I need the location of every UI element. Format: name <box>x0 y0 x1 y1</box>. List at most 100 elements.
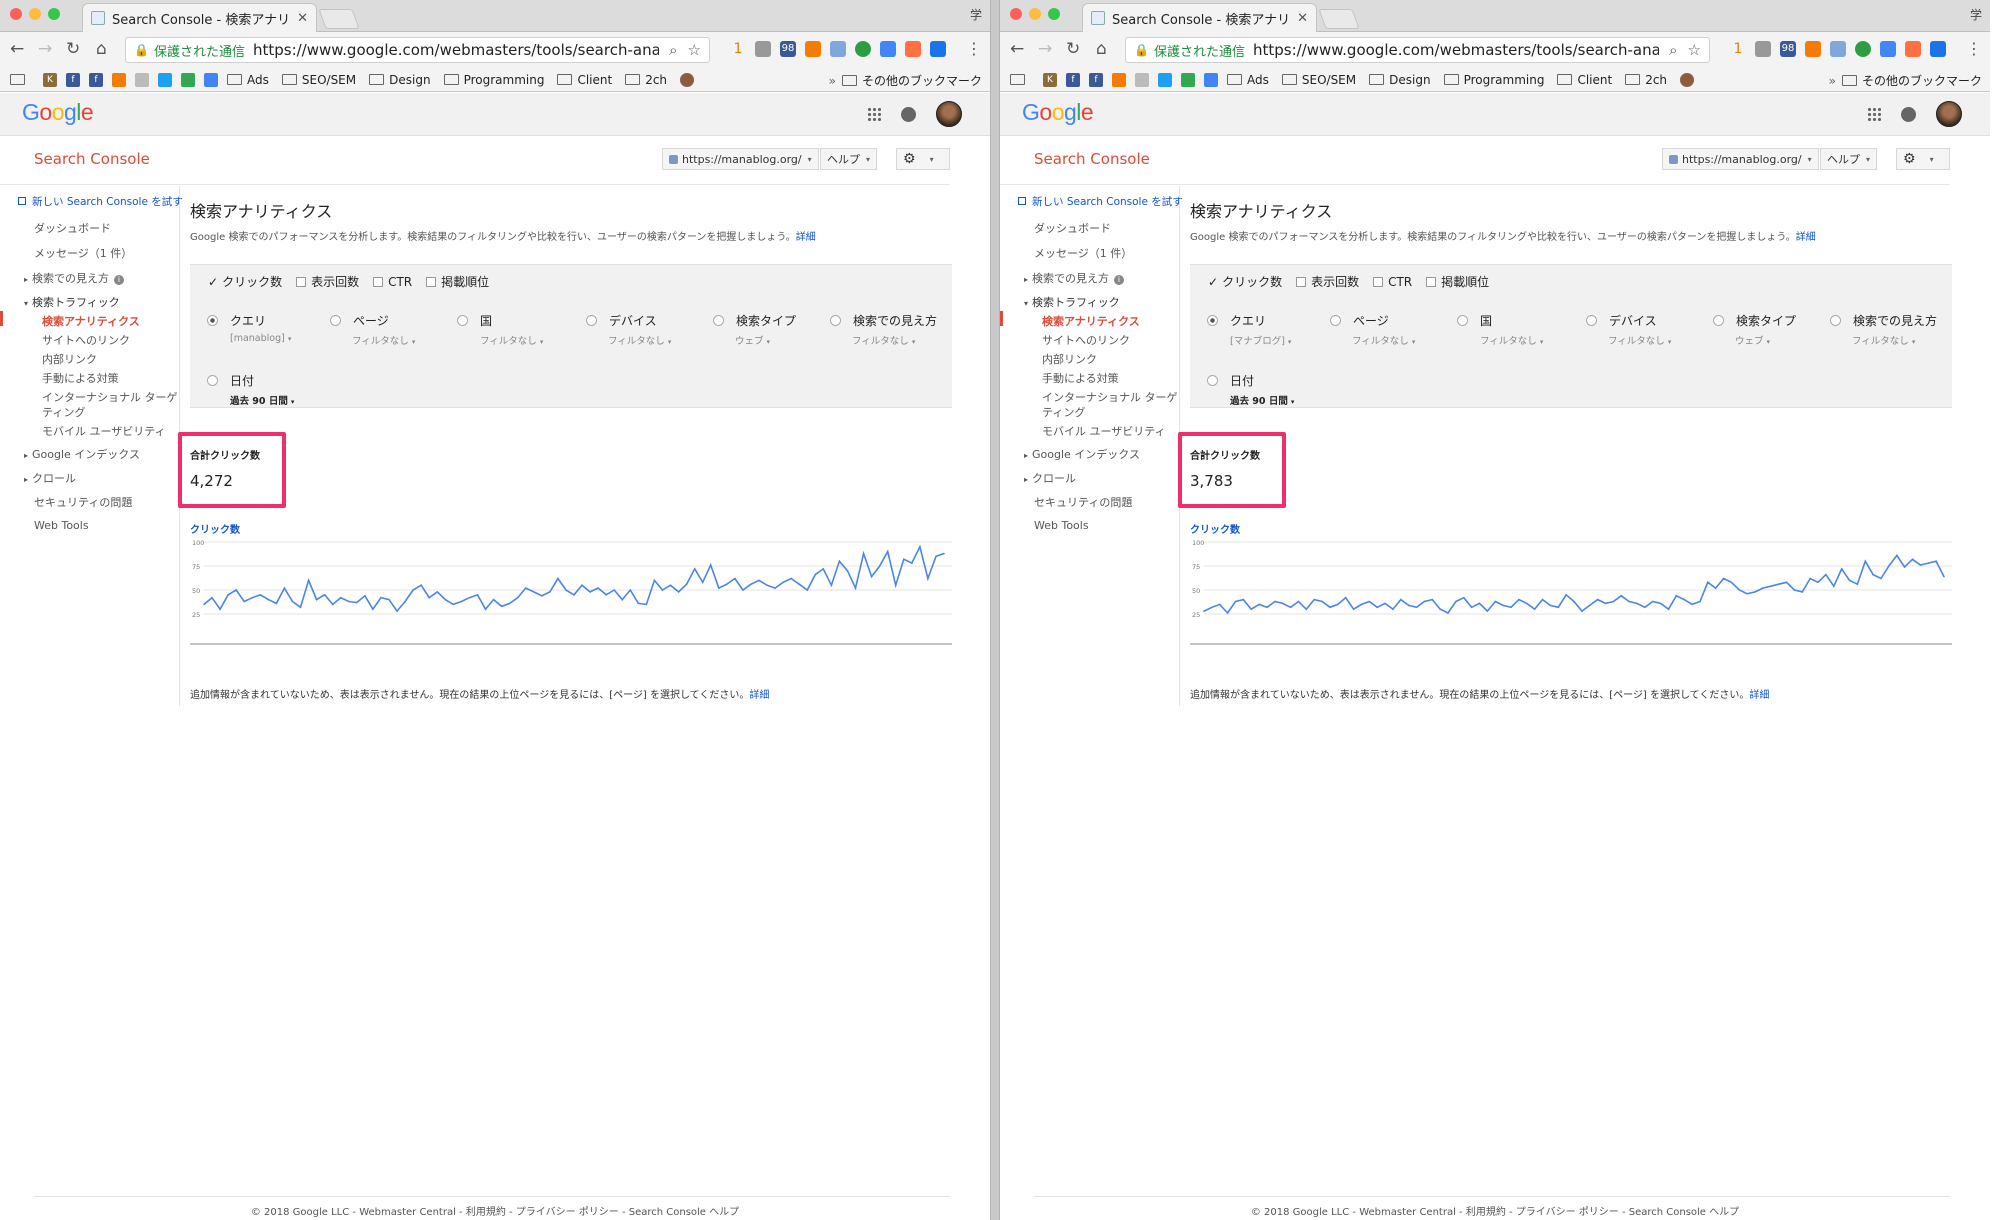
note-details-link[interactable]: 詳細 <box>1749 690 1769 701</box>
back-icon[interactable]: ← <box>10 39 24 59</box>
sidebar-item-international-targeting-cont[interactable]: ティング <box>1042 404 1085 420</box>
new-tab-button[interactable] <box>1318 9 1360 29</box>
filter-0[interactable]: クエリ <box>1207 312 1266 329</box>
filter-3[interactable]: デバイス <box>1586 312 1657 329</box>
google-logo[interactable]: Google <box>22 99 94 126</box>
sidebar-item-mobile-usability[interactable]: モバイル ユーザビリティ <box>42 423 166 439</box>
settings-dropdown[interactable]: ⚙ ▾ <box>1896 148 1950 170</box>
sidebar-item-google-index[interactable]: ▸ Google インデックス <box>1024 446 1140 462</box>
filter-1[interactable]: ページ <box>330 312 389 329</box>
help-dropdown[interactable]: ヘルプ ▾ <box>1820 148 1878 170</box>
filter-5[interactable]: 検索での見え方 <box>830 312 937 329</box>
back-icon[interactable]: ← <box>1010 39 1024 59</box>
filter-radio[interactable] <box>1586 315 1597 326</box>
filter-0[interactable]: クエリ <box>207 312 266 329</box>
bookmark-icon[interactable] <box>135 72 149 87</box>
filter-dropdown[interactable]: フィルタなし ▾ <box>480 333 543 347</box>
search-console-title[interactable]: Search Console <box>34 150 150 168</box>
bookmark-folder[interactable]: 2ch <box>1625 73 1667 87</box>
analytics-icon[interactable] <box>112 72 126 87</box>
instagram-icon[interactable] <box>1680 72 1695 87</box>
checkbox[interactable] <box>296 277 307 287</box>
minimize-window-button[interactable] <box>1029 8 1041 20</box>
sidebar-item-crawl[interactable]: ▸ クロール <box>24 470 76 486</box>
bookmark-folder[interactable]: Ads <box>1227 73 1269 87</box>
link-extension-icon[interactable] <box>830 41 846 57</box>
apps-grid-icon[interactable] <box>867 107 881 121</box>
reload-icon[interactable]: ↻ <box>66 39 80 59</box>
forward-icon[interactable]: → <box>1038 39 1052 59</box>
checkbox[interactable] <box>1296 277 1307 287</box>
clicks-chart[interactable]: 25 50 75 100 <box>1190 536 1952 646</box>
filter-dropdown[interactable]: フィルタなし ▾ <box>1480 333 1543 347</box>
home-icon[interactable]: ⌂ <box>1096 39 1107 59</box>
bookmark-folder[interactable]: SEO/SEM <box>281 73 356 87</box>
filter-dropdown[interactable]: フィルタなし ▾ <box>852 333 915 347</box>
blue-extension-icon[interactable] <box>930 41 946 57</box>
sidebar-item-search-traffic[interactable]: ▾ 検索トラフィック <box>24 294 120 310</box>
camera-extension-icon[interactable] <box>1755 41 1771 57</box>
metric-impressions[interactable]: 表示回数 <box>296 273 359 290</box>
sidebar-item-search-traffic[interactable]: ▾ 検索トラフィック <box>1024 294 1120 310</box>
analytics-extension-icon[interactable] <box>1805 41 1821 57</box>
filter-radio[interactable] <box>330 315 341 326</box>
apps-folder[interactable] <box>10 74 30 85</box>
other-bookmarks[interactable]: » その他のブックマーク <box>1829 72 1982 89</box>
try-new-console-link[interactable]: 新しい Search Console を試す <box>18 194 183 209</box>
sidebar-item-internal-links[interactable]: 内部リンク <box>1042 351 1097 367</box>
facebook-icon[interactable]: f <box>89 72 103 87</box>
filter-dropdown[interactable]: フィルタなし ▾ <box>608 333 671 347</box>
filter-radio[interactable] <box>586 315 597 326</box>
sidebar-item-links-to-site[interactable]: サイトへのリンク <box>1042 332 1130 348</box>
bookmark-k-icon[interactable]: K <box>43 72 57 87</box>
close-window-button[interactable] <box>1010 8 1022 20</box>
sidebar-item-manual-actions[interactable]: 手動による対策 <box>1042 370 1119 386</box>
info-icon[interactable]: i <box>1114 275 1125 285</box>
bookmark-star-icon[interactable]: ☆ <box>688 41 701 59</box>
sidebar-item-search-appearance[interactable]: ▸ 検索での見え方 i <box>24 270 125 286</box>
apps-grid-icon[interactable] <box>1867 107 1881 121</box>
bookmark-folder[interactable]: Design <box>1369 73 1431 87</box>
close-window-button[interactable] <box>10 8 22 20</box>
sidebar-item-international-targeting[interactable]: インターナショナル ターゲ <box>42 389 178 405</box>
checkbox[interactable] <box>426 277 437 287</box>
filter-radio[interactable] <box>830 315 841 326</box>
google-logo[interactable]: Google <box>1022 99 1094 126</box>
facebook-icon[interactable]: f <box>1089 72 1103 87</box>
filter-5[interactable]: 検索での見え方 <box>1830 312 1937 329</box>
sidebar-item-security-issues[interactable]: セキュリティの問題 <box>1034 494 1132 510</box>
filter-dropdown[interactable]: [マナブログ] ▾ <box>1230 333 1291 347</box>
bookmark-star-icon[interactable]: ☆ <box>1688 41 1701 59</box>
filter-radio[interactable] <box>1207 375 1218 386</box>
details-link[interactable]: 詳細 <box>1796 232 1816 243</box>
bookmark-folder[interactable]: Client <box>557 73 612 87</box>
fox-extension-icon[interactable] <box>1905 41 1921 57</box>
browser-menu-icon[interactable]: ⋮ <box>1966 39 1982 58</box>
filter-radio[interactable] <box>1207 315 1218 326</box>
filter-dropdown[interactable]: フィルタなし ▾ <box>352 333 415 347</box>
zoom-window-button[interactable] <box>1048 8 1060 20</box>
sidebar-item-international-targeting-cont[interactable]: ティング <box>42 404 85 420</box>
filter-2[interactable]: 国 <box>1457 312 1492 329</box>
sidebar-item-mobile-usability[interactable]: モバイル ユーザビリティ <box>1042 423 1166 439</box>
facebook-icon[interactable]: f <box>66 72 80 87</box>
new-tab-button[interactable] <box>318 9 360 29</box>
checkbox[interactable] <box>373 276 384 287</box>
filter-date[interactable]: 日付 <box>1207 372 1254 389</box>
date-range-dropdown[interactable]: 過去 90 日間 ▾ <box>1230 393 1294 407</box>
forward-icon[interactable]: → <box>38 39 52 59</box>
home-icon[interactable]: ⌂ <box>96 39 107 59</box>
filter-radio[interactable] <box>1457 315 1468 326</box>
bookmark-folder[interactable]: 2ch <box>625 73 667 87</box>
sidebar-item-internal-links[interactable]: 内部リンク <box>42 351 97 367</box>
url-text[interactable]: https://www.google.com/webmasters/tools/… <box>253 41 659 59</box>
sidebar-item-international-targeting[interactable]: インターナショナル ターゲ <box>1042 389 1178 405</box>
sidebar-item-messages[interactable]: メッセージ（1 件） <box>1034 245 1132 261</box>
sidebar-item-dashboard[interactable]: ダッシュボード <box>34 220 111 236</box>
adwords-icon[interactable] <box>204 72 218 87</box>
try-new-console-link[interactable]: 新しい Search Console を試す <box>1018 194 1183 209</box>
bookmark-k-icon[interactable]: K <box>1043 72 1057 87</box>
facebook-icon[interactable]: f <box>1066 72 1080 87</box>
notifications-icon[interactable] <box>1901 106 1916 122</box>
profile-button[interactable]: 学 <box>1970 6 1982 23</box>
